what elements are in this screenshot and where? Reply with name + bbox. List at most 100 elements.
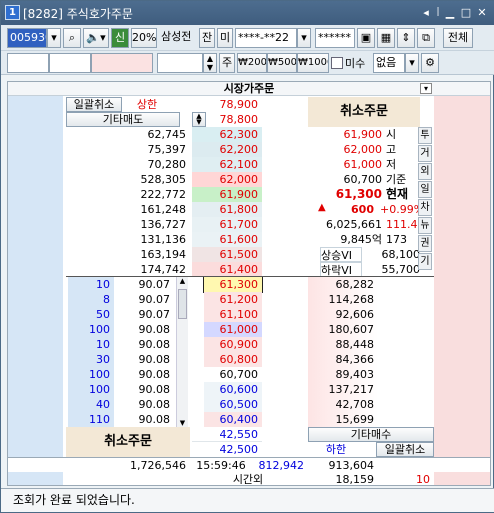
side-button[interactable]: 기 [418,253,432,270]
cancel-order-buy-button[interactable]: 취소주문 [308,97,420,127]
password-field[interactable]: ****** [315,28,355,48]
bid-qty: 92,606 [308,307,378,322]
option-dropdown-icon[interactable]: ▾ [405,53,419,73]
sin-button[interactable]: 신 [111,28,129,48]
header-dropdown-icon[interactable]: ▾ [420,83,432,94]
side-button[interactable]: 투 [418,127,432,144]
mi-button[interactable]: 미 [217,28,233,48]
settings-gear-icon[interactable]: ⚙ [421,53,439,73]
bid-count: 40 [68,397,114,412]
other-buy-button[interactable]: 기타매수 [308,427,434,442]
high-price: 62,000 [343,143,383,156]
qty-200-button[interactable]: ₩200 [237,53,267,73]
qty-input[interactable] [157,53,203,73]
change-pct: +0.99% [380,203,420,216]
maximize-icon[interactable]: □ [459,6,473,20]
ask-price[interactable]: 61,700 [192,217,262,232]
bid-count: 100 [68,322,114,337]
ask-qty: 75,397 [147,143,187,156]
grid-icon[interactable]: ▦ [377,28,395,48]
cancel-all-buy-button[interactable]: 일괄취소 [376,442,434,457]
ask-price[interactable]: 61,900 [192,187,262,202]
up-vi-value: 68,100 [381,248,421,261]
search-icon[interactable]: ⌕ [63,28,81,48]
jan-button[interactable]: 잔 [199,28,215,48]
speaker-icon[interactable]: 🔈▾ [83,28,109,48]
misu-checkbox[interactable] [331,57,343,69]
side-button[interactable]: 뉴 [418,217,432,234]
side-button[interactable]: 권 [418,235,432,252]
after-hours-qty: 18,159 [335,473,375,486]
qty-1000-button[interactable]: ₩1000 [297,53,329,73]
bid-ratio: 90.07 [138,278,171,291]
bid-price[interactable]: 60,900 [204,337,262,352]
side-button[interactable]: 차 [418,199,432,216]
ask-price[interactable]: 61,600 [192,232,262,247]
ask-bid-divider [66,276,434,277]
bid-count: 100 [68,382,114,397]
bid-price[interactable]: 60,400 [204,412,262,427]
minimize-icon[interactable]: ▁ [443,6,457,20]
side-button[interactable]: 외 [418,163,432,180]
ask-price[interactable]: 62,200 [192,142,262,157]
side-button[interactable]: 거 [418,145,432,162]
order-field-3[interactable] [91,53,153,73]
bid-price[interactable]: 60,700 [204,367,262,382]
cancel-order-sell-button[interactable]: 취소주문 [66,427,190,457]
bid-scrollbar[interactable]: ▲ ▼ [176,277,188,427]
all-button[interactable]: 전체 [443,28,473,48]
bid-price[interactable]: 61,200 [204,292,262,307]
bid-count: 30 [68,352,114,367]
title-bar: 1 [8282] 주식호가주문 ◂ | ▁ □ ✕ [1,1,494,25]
ask-qty: 222,772 [140,188,187,201]
bid-qty: 114,268 [308,292,378,307]
up-arrow-icon: ▲ [318,202,326,213]
qty-500-button[interactable]: ₩500 [267,53,297,73]
upper-limit-price: 78,900 [219,98,259,111]
cancel-all-sell-button[interactable]: 일괄취소 [66,97,122,112]
account-dropdown-icon[interactable]: ▾ [297,28,311,48]
ask-price[interactable]: 61,400 [192,262,262,277]
ask-price[interactable]: 61,800 [192,202,262,217]
base-label: 기준 [386,173,407,186]
option-select[interactable]: 없음 [373,53,405,73]
order-field-2[interactable] [49,53,91,73]
order-field-1[interactable] [7,53,49,73]
updown-icon[interactable]: ⇕ [397,28,415,48]
bid-qty: 68,282 [308,277,378,292]
bid-count: 8 [68,292,114,307]
stock-code-input[interactable]: 005930 [7,28,47,48]
ask-price[interactable]: 61,500 [192,247,262,262]
popup-icon[interactable]: ⧉ [417,28,435,48]
percent-badge: 20% [131,28,157,48]
scroll-thumb[interactable] [178,289,187,319]
code-dropdown-icon[interactable]: ▾ [47,28,61,48]
account-select[interactable]: ****-**22 [235,28,297,48]
side-button[interactable]: 일 [418,181,432,198]
bid-price[interactable]: 61,300 [203,276,263,293]
current-label: 현재 [386,187,409,201]
ask-price[interactable]: 62,000 [192,172,262,187]
low-label: 저 [386,158,397,171]
window-title: [8282] 주식호가주문 [23,7,133,21]
bid-price[interactable]: 61,100 [204,307,262,322]
bid-price[interactable]: 61,000 [204,322,262,337]
scroll-up-icon[interactable]: ▲ [177,277,188,285]
order-button[interactable]: 주 [219,53,235,73]
ask-price[interactable]: 62,300 [192,127,262,142]
other-sell-button[interactable]: 기타매도 [66,112,180,127]
market-order-header[interactable]: 시장가주문 [8,82,490,96]
close-icon[interactable]: ✕ [475,6,489,20]
ask-price[interactable]: 62,100 [192,157,262,172]
bid-price[interactable]: 60,800 [204,352,262,367]
bid-price[interactable]: 60,600 [204,382,262,397]
scroll-down-icon[interactable]: ▼ [177,419,188,427]
total-bid-qty: 913,604 [328,459,375,472]
bid-count: 50 [68,307,114,322]
bid-price[interactable]: 60,500 [204,397,262,412]
layout-icon[interactable]: ▣ [357,28,375,48]
bid-qty: 42,708 [308,397,378,412]
change-value: 600 [351,203,374,216]
other-sell-spinner-icon[interactable]: ▲ ▼ [192,112,206,127]
qty-spinner-icon[interactable]: ▲ ▼ [203,53,217,73]
